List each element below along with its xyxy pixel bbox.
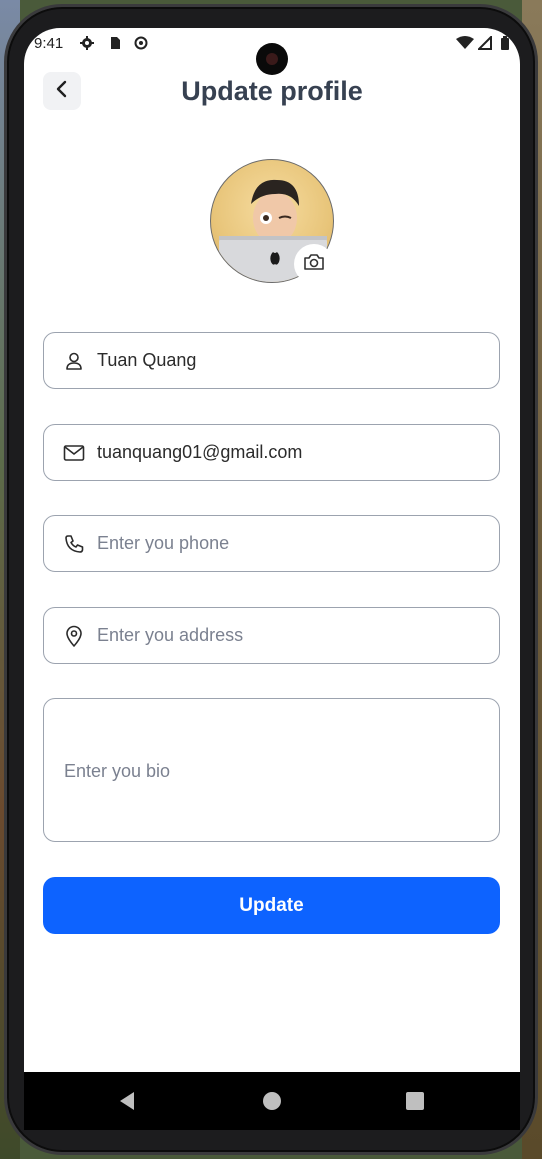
location-pin-icon [63, 625, 85, 647]
front-camera [256, 43, 288, 75]
sync-icon [134, 36, 148, 50]
user-icon [63, 350, 85, 372]
status-time: 9:41 [34, 35, 64, 52]
page-title: Update profile [181, 76, 363, 106]
bio-placeholder: Enter you bio [64, 761, 171, 781]
battery-icon [500, 36, 510, 50]
navigation-bar [24, 1072, 520, 1130]
camera-icon [303, 252, 325, 277]
address-placeholder: Enter you address [97, 625, 244, 645]
name-field[interactable]: Tuan Quang [43, 332, 500, 389]
home-circle-icon[interactable] [260, 1089, 284, 1113]
back-triangle-icon[interactable] [115, 1089, 139, 1113]
sd-card-icon [108, 36, 122, 50]
gear-icon [80, 36, 94, 50]
email-value: tuanquang01@gmail.com [97, 442, 303, 462]
address-field[interactable]: Enter you address [43, 607, 500, 664]
name-value: Tuan Quang [97, 350, 197, 370]
signal-icon [476, 34, 492, 50]
mail-icon [63, 442, 85, 464]
phone-icon [63, 533, 85, 555]
wifi-icon [456, 36, 474, 50]
bio-field[interactable]: Enter you bio [43, 698, 500, 842]
recents-square-icon[interactable] [403, 1089, 427, 1113]
app-screen: 9:41 Update profile Tuan Quang tuanquang… [24, 28, 520, 1072]
phone-placeholder: Enter you phone [97, 533, 230, 553]
update-button[interactable]: Update [43, 877, 500, 934]
email-field[interactable]: tuanquang01@gmail.com [43, 424, 500, 481]
change-photo-button[interactable] [294, 244, 334, 284]
phone-field[interactable]: Enter you phone [43, 515, 500, 572]
